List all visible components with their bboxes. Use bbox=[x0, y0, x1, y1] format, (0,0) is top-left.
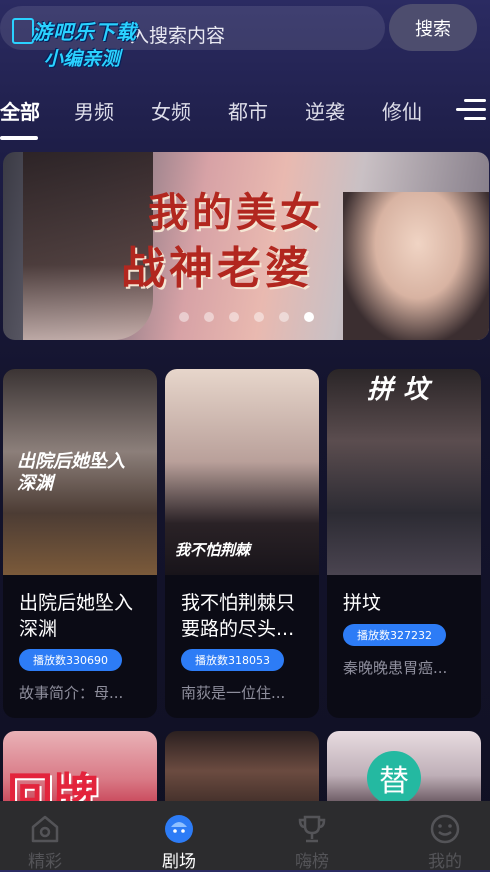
cover-title-text: 拼坟 bbox=[367, 375, 440, 405]
theater-icon bbox=[165, 815, 193, 843]
tab-xianxia[interactable]: 修仙 bbox=[382, 96, 422, 125]
nav-label: 精彩 bbox=[28, 852, 62, 872]
tab-female[interactable]: 女频 bbox=[151, 96, 191, 125]
drama-title: 拼坟 bbox=[343, 592, 382, 614]
header: 入搜索内容 游吧乐下载 小编亲测 搜索 bbox=[0, 0, 490, 70]
play-count-badge: 播放数318053 bbox=[181, 649, 284, 671]
carousel-dot-active[interactable] bbox=[304, 312, 314, 322]
menu-icon[interactable] bbox=[456, 96, 486, 122]
carousel-dot[interactable] bbox=[279, 312, 289, 322]
tab-all[interactable]: 全部 bbox=[0, 96, 40, 125]
drama-card[interactable]: 拼坟 拼坟 播放数327232 秦晚晚患胃癌... bbox=[327, 369, 481, 718]
nav-item-featured[interactable]: 精彩 bbox=[0, 801, 100, 872]
watermark-box-icon bbox=[12, 18, 34, 44]
drama-card-partial[interactable] bbox=[165, 731, 319, 811]
cover-title-text: 出院后她坠入深渊 bbox=[17, 451, 125, 494]
drama-cover: 拼坟 bbox=[327, 369, 481, 575]
carousel-dot[interactable] bbox=[254, 312, 264, 322]
drama-card[interactable]: 出院后她坠入深渊 出院后她坠入深渊 播放数330690 故事简介：母... bbox=[3, 369, 157, 718]
play-count-badge: 播放数327232 bbox=[343, 624, 446, 646]
nav-label: 嗨榜 bbox=[295, 852, 329, 872]
active-tab-indicator bbox=[0, 136, 38, 140]
nav-item-ranking[interactable]: 嗨榜 bbox=[257, 801, 367, 872]
replace-badge: 替 bbox=[367, 751, 421, 805]
watermark-line1: 游吧乐下载 bbox=[32, 20, 137, 44]
trophy-icon bbox=[298, 815, 326, 843]
carousel-dot[interactable] bbox=[204, 312, 214, 322]
watermark-logo: 游吧乐下载 小编亲测 bbox=[12, 8, 142, 70]
drama-title: 出院后她坠入深渊 bbox=[19, 592, 134, 640]
search-button[interactable]: 搜索 bbox=[389, 4, 477, 51]
banner-figure-right bbox=[343, 192, 489, 340]
drama-card[interactable]: 我不怕荆棘 我不怕荆棘只要路的尽头... 播放数318053 南荻是一位住... bbox=[165, 369, 319, 718]
smile-icon bbox=[430, 814, 460, 844]
watermark-line2: 小编亲测 bbox=[44, 48, 121, 70]
drama-description: 故事简介：母... bbox=[19, 684, 124, 702]
tab-comeback[interactable]: 逆袭 bbox=[305, 96, 345, 125]
drama-card-partial[interactable]: 回牌 bbox=[3, 731, 157, 811]
nav-item-profile[interactable]: 我的 bbox=[390, 801, 490, 872]
category-tabs: 全部 男频 女频 都市 逆袭 修仙 bbox=[0, 88, 490, 140]
drama-description: 秦晚晚患胃癌... bbox=[343, 659, 448, 677]
banner-carousel[interactable]: 我的美女 战神老婆 bbox=[3, 152, 489, 340]
drama-cover: 出院后她坠入深渊 bbox=[3, 369, 157, 575]
drama-description: 南荻是一位住... bbox=[181, 684, 286, 702]
nav-label: 剧场 bbox=[162, 852, 196, 872]
banner-title-line1: 我的美女 bbox=[148, 189, 324, 236]
search-placeholder: 入搜索内容 bbox=[130, 25, 226, 47]
carousel-dot[interactable] bbox=[229, 312, 239, 322]
nav-item-theater[interactable]: 剧场 bbox=[124, 801, 234, 872]
banner-title-line2: 战神老婆 bbox=[121, 243, 313, 294]
carousel-dot[interactable] bbox=[179, 312, 189, 322]
play-count-badge: 播放数330690 bbox=[19, 649, 122, 671]
tab-urban[interactable]: 都市 bbox=[228, 96, 268, 125]
cover-title-text: 我不怕荆棘 bbox=[175, 541, 251, 559]
home-icon bbox=[31, 815, 59, 843]
drama-title: 我不怕荆棘只要路的尽头... bbox=[181, 592, 296, 640]
drama-cover: 我不怕荆棘 bbox=[165, 369, 319, 575]
drama-card-partial[interactable]: 替 bbox=[327, 731, 481, 811]
nav-label: 我的 bbox=[428, 852, 462, 872]
carousel-dots bbox=[179, 312, 314, 322]
tab-male[interactable]: 男频 bbox=[74, 96, 114, 125]
bottom-navigation: 精彩 剧场 嗨榜 我的 bbox=[0, 801, 490, 872]
